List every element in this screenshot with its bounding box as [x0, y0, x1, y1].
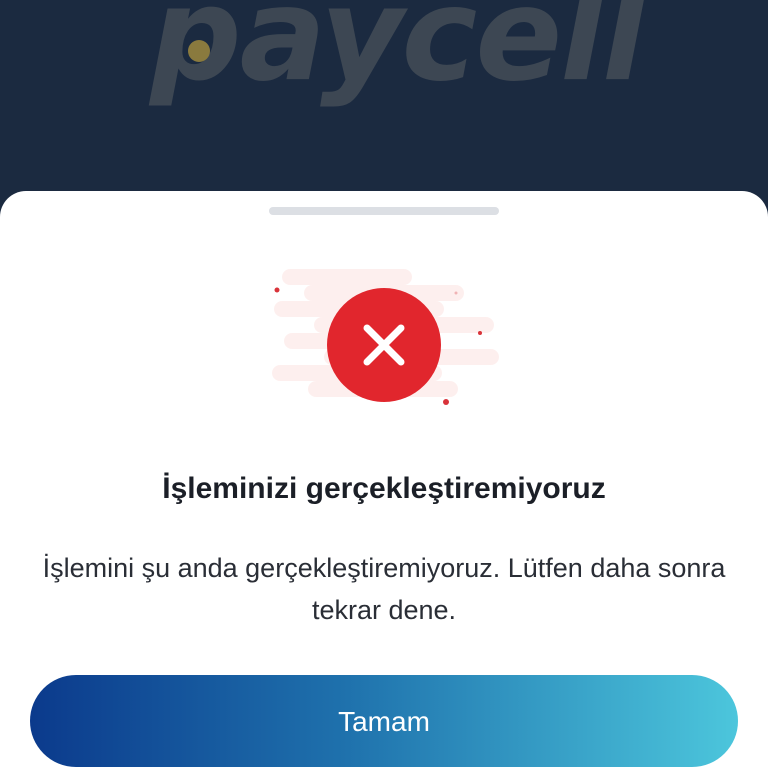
logo-dot	[188, 40, 210, 62]
dialog-title: İşleminizi gerçekleştiremiyoruz	[162, 472, 606, 505]
error-x-icon	[327, 288, 441, 402]
sparkle-dot	[274, 287, 280, 293]
screen: paycell İşleminizi gerçekleştiremiyoruz …	[0, 0, 768, 768]
ok-button[interactable]: Tamam	[30, 675, 738, 767]
sparkle-dot	[478, 331, 482, 335]
paycell-logo: paycell	[150, 0, 646, 110]
error-illustration	[272, 269, 499, 405]
dialog-message: İşlemini şu anda gerçekleştiremiyoruz. L…	[42, 553, 726, 625]
app-header: paycell	[0, 0, 768, 220]
sparkle-dot	[443, 399, 449, 405]
error-bottom-sheet: İşleminizi gerçekleştiremiyoruz İşlemini…	[0, 191, 768, 768]
sparkle-dot	[454, 291, 458, 295]
sheet-grabber-handle[interactable]	[269, 207, 499, 215]
